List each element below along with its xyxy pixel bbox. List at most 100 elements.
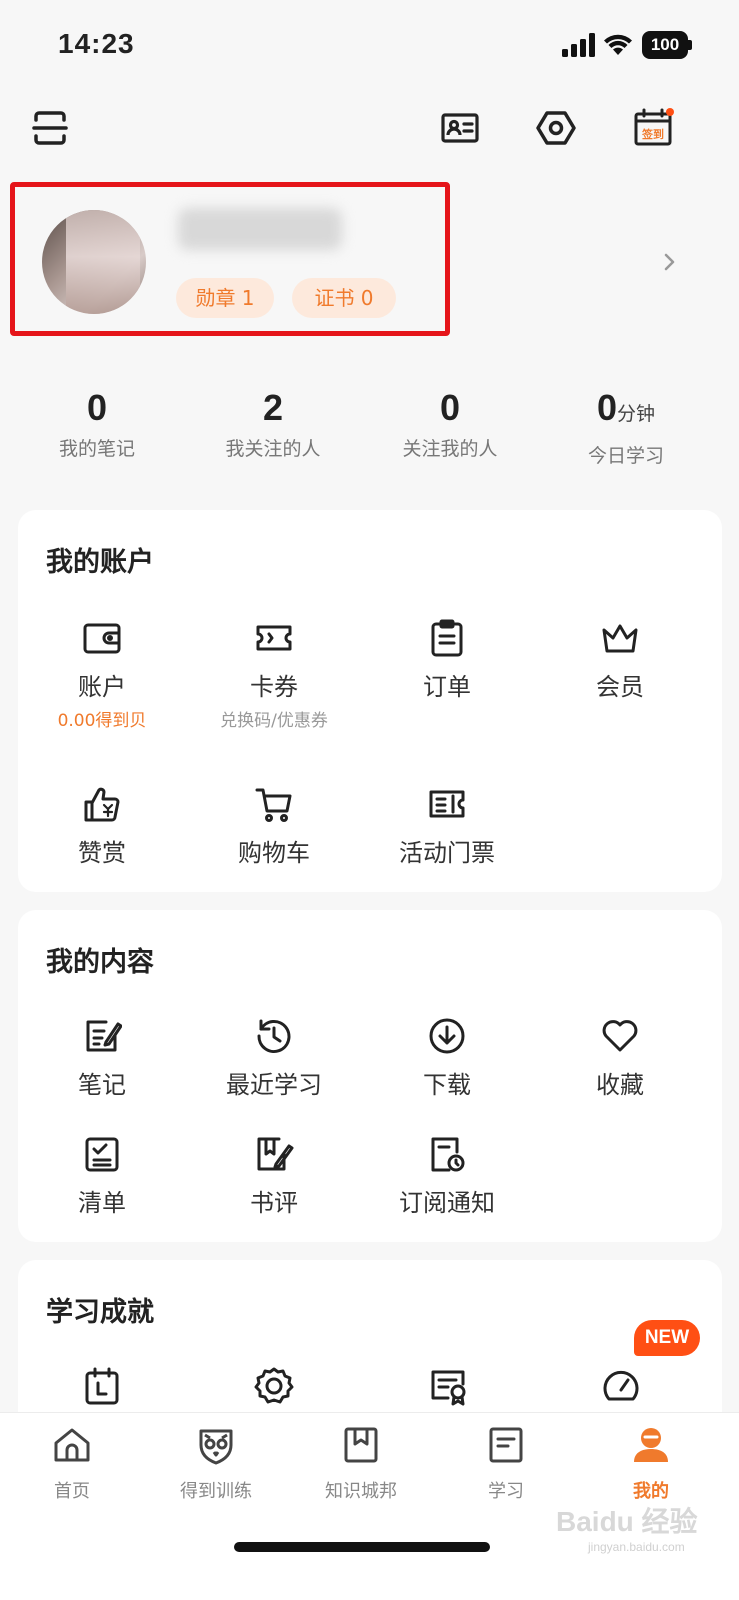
stat-notes[interactable]: 0 我的笔记: [12, 386, 182, 461]
tab-training[interactable]: 得到训练: [142, 1425, 290, 1503]
grid-label: 订阅通知: [399, 1189, 495, 1217]
account-card: 我的账户 账户 0.00得到贝 卡券 兑换码/优惠券 订单 会员 赞赏 购物车 …: [18, 510, 722, 892]
account-item-orders[interactable]: 订单: [359, 618, 535, 702]
achievements-card-title: 学习成就: [46, 1297, 154, 1328]
grid-label: 订单: [423, 673, 471, 701]
chevron-right-icon[interactable]: [660, 250, 680, 274]
grid-label: 收藏: [596, 1071, 644, 1099]
stat-value: 0: [86, 387, 108, 428]
grid-label: 下载: [423, 1071, 471, 1099]
stat-label: 今日学习: [587, 445, 664, 467]
cart-icon: [255, 788, 292, 822]
content-item-downloads[interactable]: 下载: [359, 1016, 535, 1100]
home-indicator[interactable]: [234, 1542, 490, 1552]
tab-mine[interactable]: 我的: [577, 1425, 725, 1503]
balance-value: 0.00得到贝: [57, 711, 147, 731]
grid-label: 笔记: [78, 1071, 126, 1099]
calendar-icon[interactable]: [82, 1366, 122, 1406]
grid-label: 卡券: [250, 673, 298, 701]
grid-label: 最近学习: [226, 1071, 322, 1099]
account-item-membership[interactable]: 会员: [532, 618, 708, 702]
event-ticket-icon: [429, 790, 465, 818]
baidu-watermark-url: jingyan.baidu.com: [588, 1540, 685, 1554]
menu-button[interactable]: [28, 106, 72, 150]
stats-row: 0 我的笔记 2 我关注的人 0 关注我的人 0分钟 今日学习: [0, 386, 739, 468]
certificate-badge[interactable]: 证书 0: [292, 278, 396, 318]
scan-menu-icon: [32, 111, 68, 145]
checklist-icon: [85, 1137, 119, 1172]
content-item-favorites[interactable]: 收藏: [532, 1016, 708, 1100]
grid-label: 清单: [78, 1189, 126, 1217]
tab-label: 首页: [54, 1481, 90, 1502]
profile-icon: [634, 1428, 668, 1462]
account-card-title: 我的账户: [46, 547, 154, 578]
username-blurred: [178, 208, 342, 250]
grid-label: 活动门票: [399, 839, 495, 867]
grid-label: 会员: [596, 673, 644, 701]
avatar[interactable]: [42, 210, 146, 314]
checkin-label: 签到: [641, 127, 664, 141]
stat-unit: 分钟: [617, 404, 656, 425]
content-item-reviews[interactable]: 书评: [186, 1134, 362, 1218]
wallet-icon: [83, 623, 121, 654]
crown-icon: [602, 624, 638, 653]
stat-followers[interactable]: 0 关注我的人: [365, 386, 535, 461]
thumbs-up-yen-icon: [84, 787, 120, 822]
tab-knowledge-city[interactable]: 知识城邦: [287, 1425, 435, 1503]
content-item-recent[interactable]: 最近学习: [186, 1016, 362, 1100]
battery-level: 100: [642, 31, 688, 59]
speedometer-icon[interactable]: [601, 1366, 641, 1406]
history-icon: [257, 1019, 291, 1053]
study-doc-icon: [489, 1427, 523, 1463]
baidu-watermark: Baidu 经验: [556, 1506, 698, 1537]
stat-label: 我的笔记: [58, 438, 135, 460]
book-review-icon: [257, 1137, 294, 1171]
wifi-icon: [604, 34, 632, 55]
stat-label: 关注我的人: [402, 438, 498, 460]
tab-label: 得到训练: [180, 1481, 252, 1502]
stat-following[interactable]: 2 我关注的人: [188, 386, 358, 461]
tab-home[interactable]: 首页: [0, 1425, 146, 1503]
heart-icon: [602, 1020, 638, 1052]
stat-today-study[interactable]: 0分钟 今日学习: [541, 386, 711, 468]
stat-value: 2: [262, 387, 284, 428]
clipboard-icon: [431, 619, 463, 657]
owl-shield-icon: [199, 1429, 233, 1465]
cellular-signal-icon: [562, 33, 595, 57]
checkin-button[interactable]: 签到: [632, 106, 676, 150]
account-item-event-tickets[interactable]: 活动门票: [359, 784, 535, 868]
content-item-notes[interactable]: 笔记: [14, 1016, 190, 1100]
id-card-button[interactable]: [438, 106, 482, 150]
grid-sublabel: 兑换码/优惠券: [220, 711, 328, 731]
ticket-icon: [256, 625, 292, 651]
content-item-subscription-notices[interactable]: 订阅通知: [359, 1134, 535, 1218]
subscription-notice-icon: [431, 1137, 465, 1172]
tab-label: 知识城邦: [325, 1481, 397, 1502]
account-item-tips[interactable]: 赞赏: [14, 784, 190, 868]
stat-value: 0: [439, 387, 461, 428]
battery-indicator: 100: [642, 31, 692, 59]
grid-label: 购物车: [238, 839, 310, 867]
content-item-lists[interactable]: 清单: [14, 1134, 190, 1218]
status-time: 14:23: [58, 28, 135, 59]
settings-hexagon-icon: [536, 111, 576, 145]
account-item-cart[interactable]: 购物车: [186, 784, 362, 868]
id-card-icon: [441, 113, 479, 143]
tab-study[interactable]: 学习: [432, 1425, 580, 1503]
bookmark-book-icon: [344, 1427, 378, 1463]
settings-button[interactable]: [534, 106, 578, 150]
stat-label: 我关注的人: [225, 438, 321, 460]
new-badge: NEW: [634, 1320, 700, 1356]
calendar-checkin-icon: 签到: [634, 108, 674, 146]
content-card: 我的内容 笔记 最近学习 下载 收藏 清单 书评 订阅通知: [18, 910, 722, 1242]
status-bar: 14:23 100: [0, 0, 739, 90]
account-item-coupons[interactable]: 卡券 兑换码/优惠券: [186, 618, 362, 731]
medal-badge[interactable]: 勋章 1: [176, 278, 274, 318]
certificate-icon[interactable]: [428, 1366, 468, 1406]
award-badge-icon[interactable]: [254, 1366, 294, 1406]
content-card-title: 我的内容: [46, 947, 154, 978]
account-item-balance[interactable]: 账户 0.00得到贝: [14, 618, 190, 731]
grid-label: 书评: [250, 1189, 298, 1217]
grid-label: 赞赏: [78, 839, 126, 867]
home-icon: [54, 1428, 90, 1462]
